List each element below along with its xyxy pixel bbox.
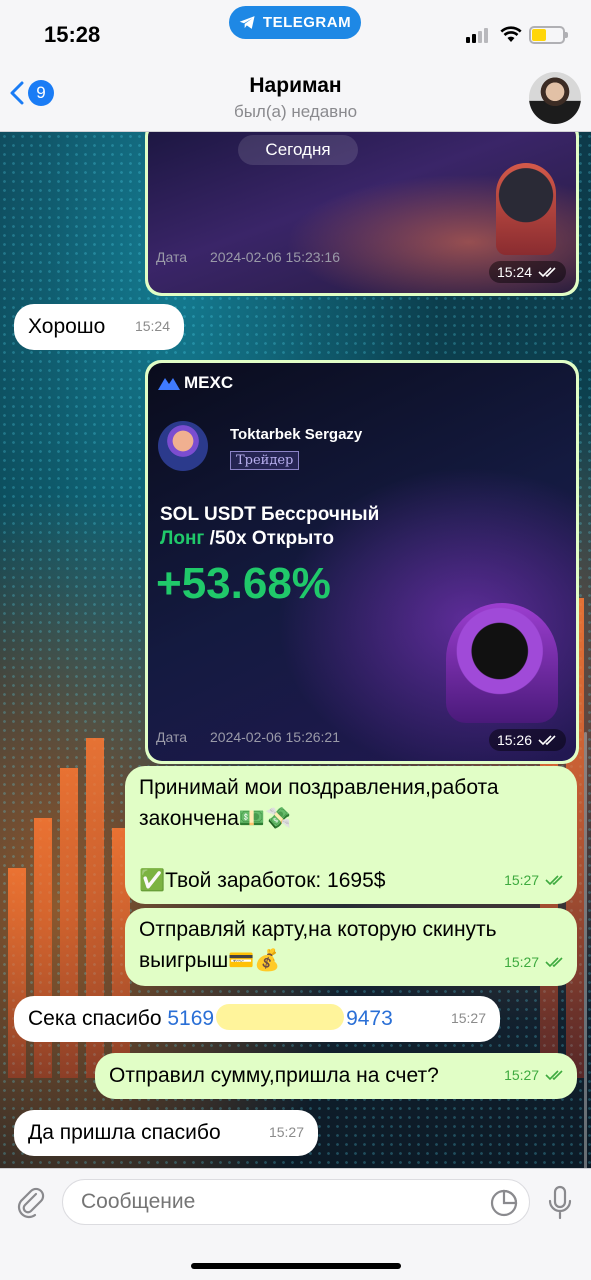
sticker-icon[interactable] xyxy=(490,1189,518,1217)
mexc-logo: MEXC xyxy=(158,373,233,393)
message-text: Отправил сумму,пришла на счет? xyxy=(109,1064,439,1087)
incoming-message[interactable]: Хорошо 15:24 xyxy=(14,304,184,350)
telegram-pill-label: TELEGRAM xyxy=(262,14,352,31)
message-text: Хорошо xyxy=(28,315,106,338)
card-period-label: Сегодня xyxy=(238,135,358,165)
card-date-value: 2024-02-06 15:23:16 xyxy=(210,249,340,265)
trader-avatar xyxy=(158,421,208,471)
read-checks-icon xyxy=(545,875,563,886)
message-time: 15:24 xyxy=(134,318,170,334)
telegram-return-pill[interactable]: TELEGRAM xyxy=(229,6,361,39)
outgoing-message[interactable]: Принимай мои поздравления,работа законче… xyxy=(125,766,577,904)
message-input[interactable] xyxy=(62,1179,530,1225)
incoming-message[interactable]: Да пришла спасибо 15:27 xyxy=(14,1110,318,1156)
message-text-line: Принимай мои поздравления,работа xyxy=(139,776,499,799)
image-message-1[interactable]: Сегодня Дата 2024-02-06 15:23:16 15:24 xyxy=(145,120,579,296)
scroll-indicator xyxy=(584,732,587,1168)
message-time: 15:27 xyxy=(504,947,565,978)
outgoing-message[interactable]: Отправил сумму,пришла на счет? 15:27 xyxy=(95,1053,577,1099)
status-time: 15:28 xyxy=(44,22,101,47)
card-date-value: 2024-02-06 15:26:21 xyxy=(210,729,340,745)
read-checks-icon xyxy=(538,735,556,746)
trade-pnl: +53.68% xyxy=(156,559,331,608)
message-text: Сека спасибо xyxy=(28,1007,168,1030)
chat-header: 9 Нариман был(а) недавно xyxy=(0,62,591,132)
contact-status: был(а) недавно xyxy=(233,102,358,121)
image-message-2[interactable]: MEXC Toktarbek Sergazy Трейдер SOL USDT … xyxy=(145,360,579,764)
message-text: Да пришла спасибо xyxy=(28,1121,221,1144)
card-number-end[interactable]: 9473 xyxy=(346,1007,393,1030)
message-time: 15:27 xyxy=(450,1010,486,1026)
wifi-icon xyxy=(500,26,522,42)
incoming-message[interactable]: Сека спасибо 5169 9473 15:27 xyxy=(14,996,500,1042)
microphone-icon[interactable] xyxy=(546,1185,574,1221)
mascot-illustration xyxy=(446,603,558,723)
message-text-line: ✅Твой заработок: 1695$ xyxy=(139,869,386,892)
status-bar: 15:28 TELEGRAM xyxy=(0,0,591,62)
card-date-label: Дата xyxy=(156,729,188,745)
message-time: 15:27 xyxy=(504,1060,565,1091)
message-time: 15:27 xyxy=(504,865,565,896)
card-date-label: Дата xyxy=(156,249,188,265)
message-text-line: Отправляй карту,на которую скинуть xyxy=(139,918,497,941)
astronaut-illustration xyxy=(496,163,556,255)
read-checks-icon xyxy=(545,1070,563,1081)
message-time: 15:27 xyxy=(268,1124,304,1140)
image-time-pill: 15:26 xyxy=(488,729,566,751)
signal-icon xyxy=(466,28,488,43)
card-number-start[interactable]: 5169 xyxy=(167,1007,214,1030)
home-indicator xyxy=(191,1263,401,1269)
battery-icon xyxy=(529,26,568,44)
image-time-pill: 15:24 xyxy=(488,261,566,283)
mexc-logo-icon xyxy=(158,378,180,390)
read-checks-icon xyxy=(538,267,556,278)
message-text-line: выигрыш💳💰 xyxy=(139,949,281,972)
contact-avatar[interactable] xyxy=(529,72,581,124)
outgoing-message[interactable]: Отправляй карту,на которую скинуть выигр… xyxy=(125,908,577,986)
message-text-line: закончена💵💸 xyxy=(139,807,292,830)
trade-pair: SOL USDT Бессрочный Лонг /50x Открыто xyxy=(160,504,380,549)
paperclip-icon[interactable] xyxy=(14,1185,48,1219)
read-checks-icon xyxy=(545,957,563,968)
trader-badge: Трейдер xyxy=(230,451,300,470)
telegram-icon xyxy=(239,16,255,29)
trader-name: Toktarbek Sergazy xyxy=(230,426,363,443)
redaction-highlight xyxy=(216,1004,345,1030)
contact-name[interactable]: Нариман xyxy=(0,74,591,98)
